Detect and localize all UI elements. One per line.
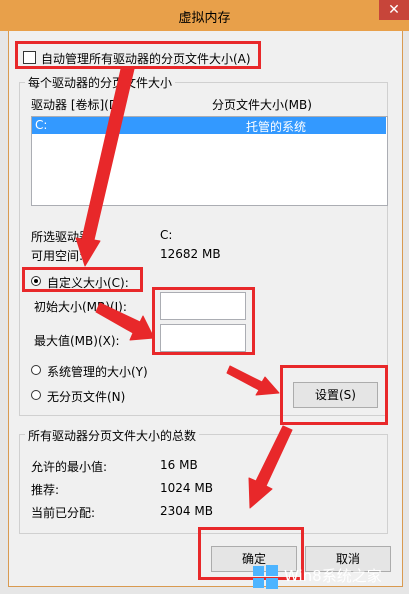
arrow-to-ok-button <box>248 425 293 509</box>
windows-logo-icon <box>253 565 278 589</box>
arrow-to-set-button <box>226 365 280 396</box>
watermark-logo: Win8系统之家 <box>246 556 409 594</box>
annotation-arrows <box>75 68 293 509</box>
arrow-to-size-inputs <box>95 302 155 341</box>
watermark-text: Win8系统之家 <box>284 567 382 585</box>
arrow-to-custom-size <box>75 68 135 267</box>
